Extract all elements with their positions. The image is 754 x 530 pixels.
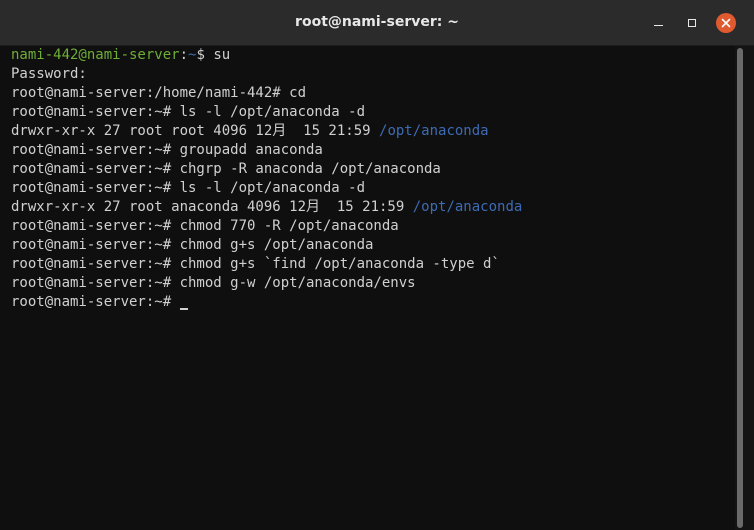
terminal-line: drwxr-xr-x 27 root root 4096 12月 15 21:5… <box>11 122 489 141</box>
terminal-line: root@nami-server:~# ls -l /opt/anaconda … <box>11 104 366 120</box>
directory-name: /opt/anaconda <box>412 199 523 215</box>
minimize-button[interactable] <box>648 13 668 33</box>
terminal-line: root@nami-server:~# <box>11 293 188 312</box>
terminal-line: root@nami-server:~# chmod g-w /opt/anaco… <box>11 275 416 291</box>
listing-text: drwxr-xr-x 27 root root 4096 12月 15 21:5… <box>11 123 380 139</box>
listing-text: drwxr-xr-x 27 root anaconda 4096 12月 15 … <box>11 199 413 215</box>
prompt-end: $ <box>196 47 214 63</box>
prompt-text: root@nami-server:~# <box>11 294 180 310</box>
title-bar[interactable]: root@nami-server: ~ <box>0 0 754 46</box>
scrollbar-thumb[interactable] <box>737 48 743 528</box>
prompt-user: nami-442@nami-server <box>11 47 180 63</box>
text-cursor <box>179 308 188 310</box>
terminal-output[interactable]: nami-442@nami-server:~$ su Password: roo… <box>0 46 735 530</box>
close-icon <box>721 18 731 28</box>
terminal-line: root@nami-server:~# chgrp -R anaconda /o… <box>11 161 441 177</box>
terminal-line: root@nami-server:~# chmod g+s /opt/anaco… <box>11 237 374 253</box>
terminal-line: root@nami-server:~# groupadd anaconda <box>11 142 323 158</box>
window-title: root@nami-server: ~ <box>295 14 459 30</box>
terminal-line: drwxr-xr-x 27 root anaconda 4096 12月 15 … <box>11 198 522 217</box>
command-text: su <box>213 47 231 63</box>
maximize-icon <box>688 19 696 27</box>
terminal-line: nami-442@nami-server:~$ su <box>11 46 230 65</box>
terminal-window: root@nami-server: ~ nami-442@nami-server… <box>0 0 754 530</box>
terminal-line: root@nami-server:~# chmod 770 -R /opt/an… <box>11 218 399 234</box>
minimize-icon <box>653 24 663 27</box>
directory-name: /opt/anaconda <box>379 123 489 139</box>
terminal-line: Password: <box>11 66 87 82</box>
prompt-separator: : <box>179 47 189 63</box>
terminal-line: root@nami-server:~# ls -l /opt/anaconda … <box>11 180 366 196</box>
close-button[interactable] <box>716 13 736 33</box>
terminal-line: root@nami-server:/home/nami-442# cd <box>11 85 307 101</box>
terminal-line: root@nami-server:~# chmod g+s `find /opt… <box>11 256 500 272</box>
maximize-button[interactable] <box>682 13 702 33</box>
